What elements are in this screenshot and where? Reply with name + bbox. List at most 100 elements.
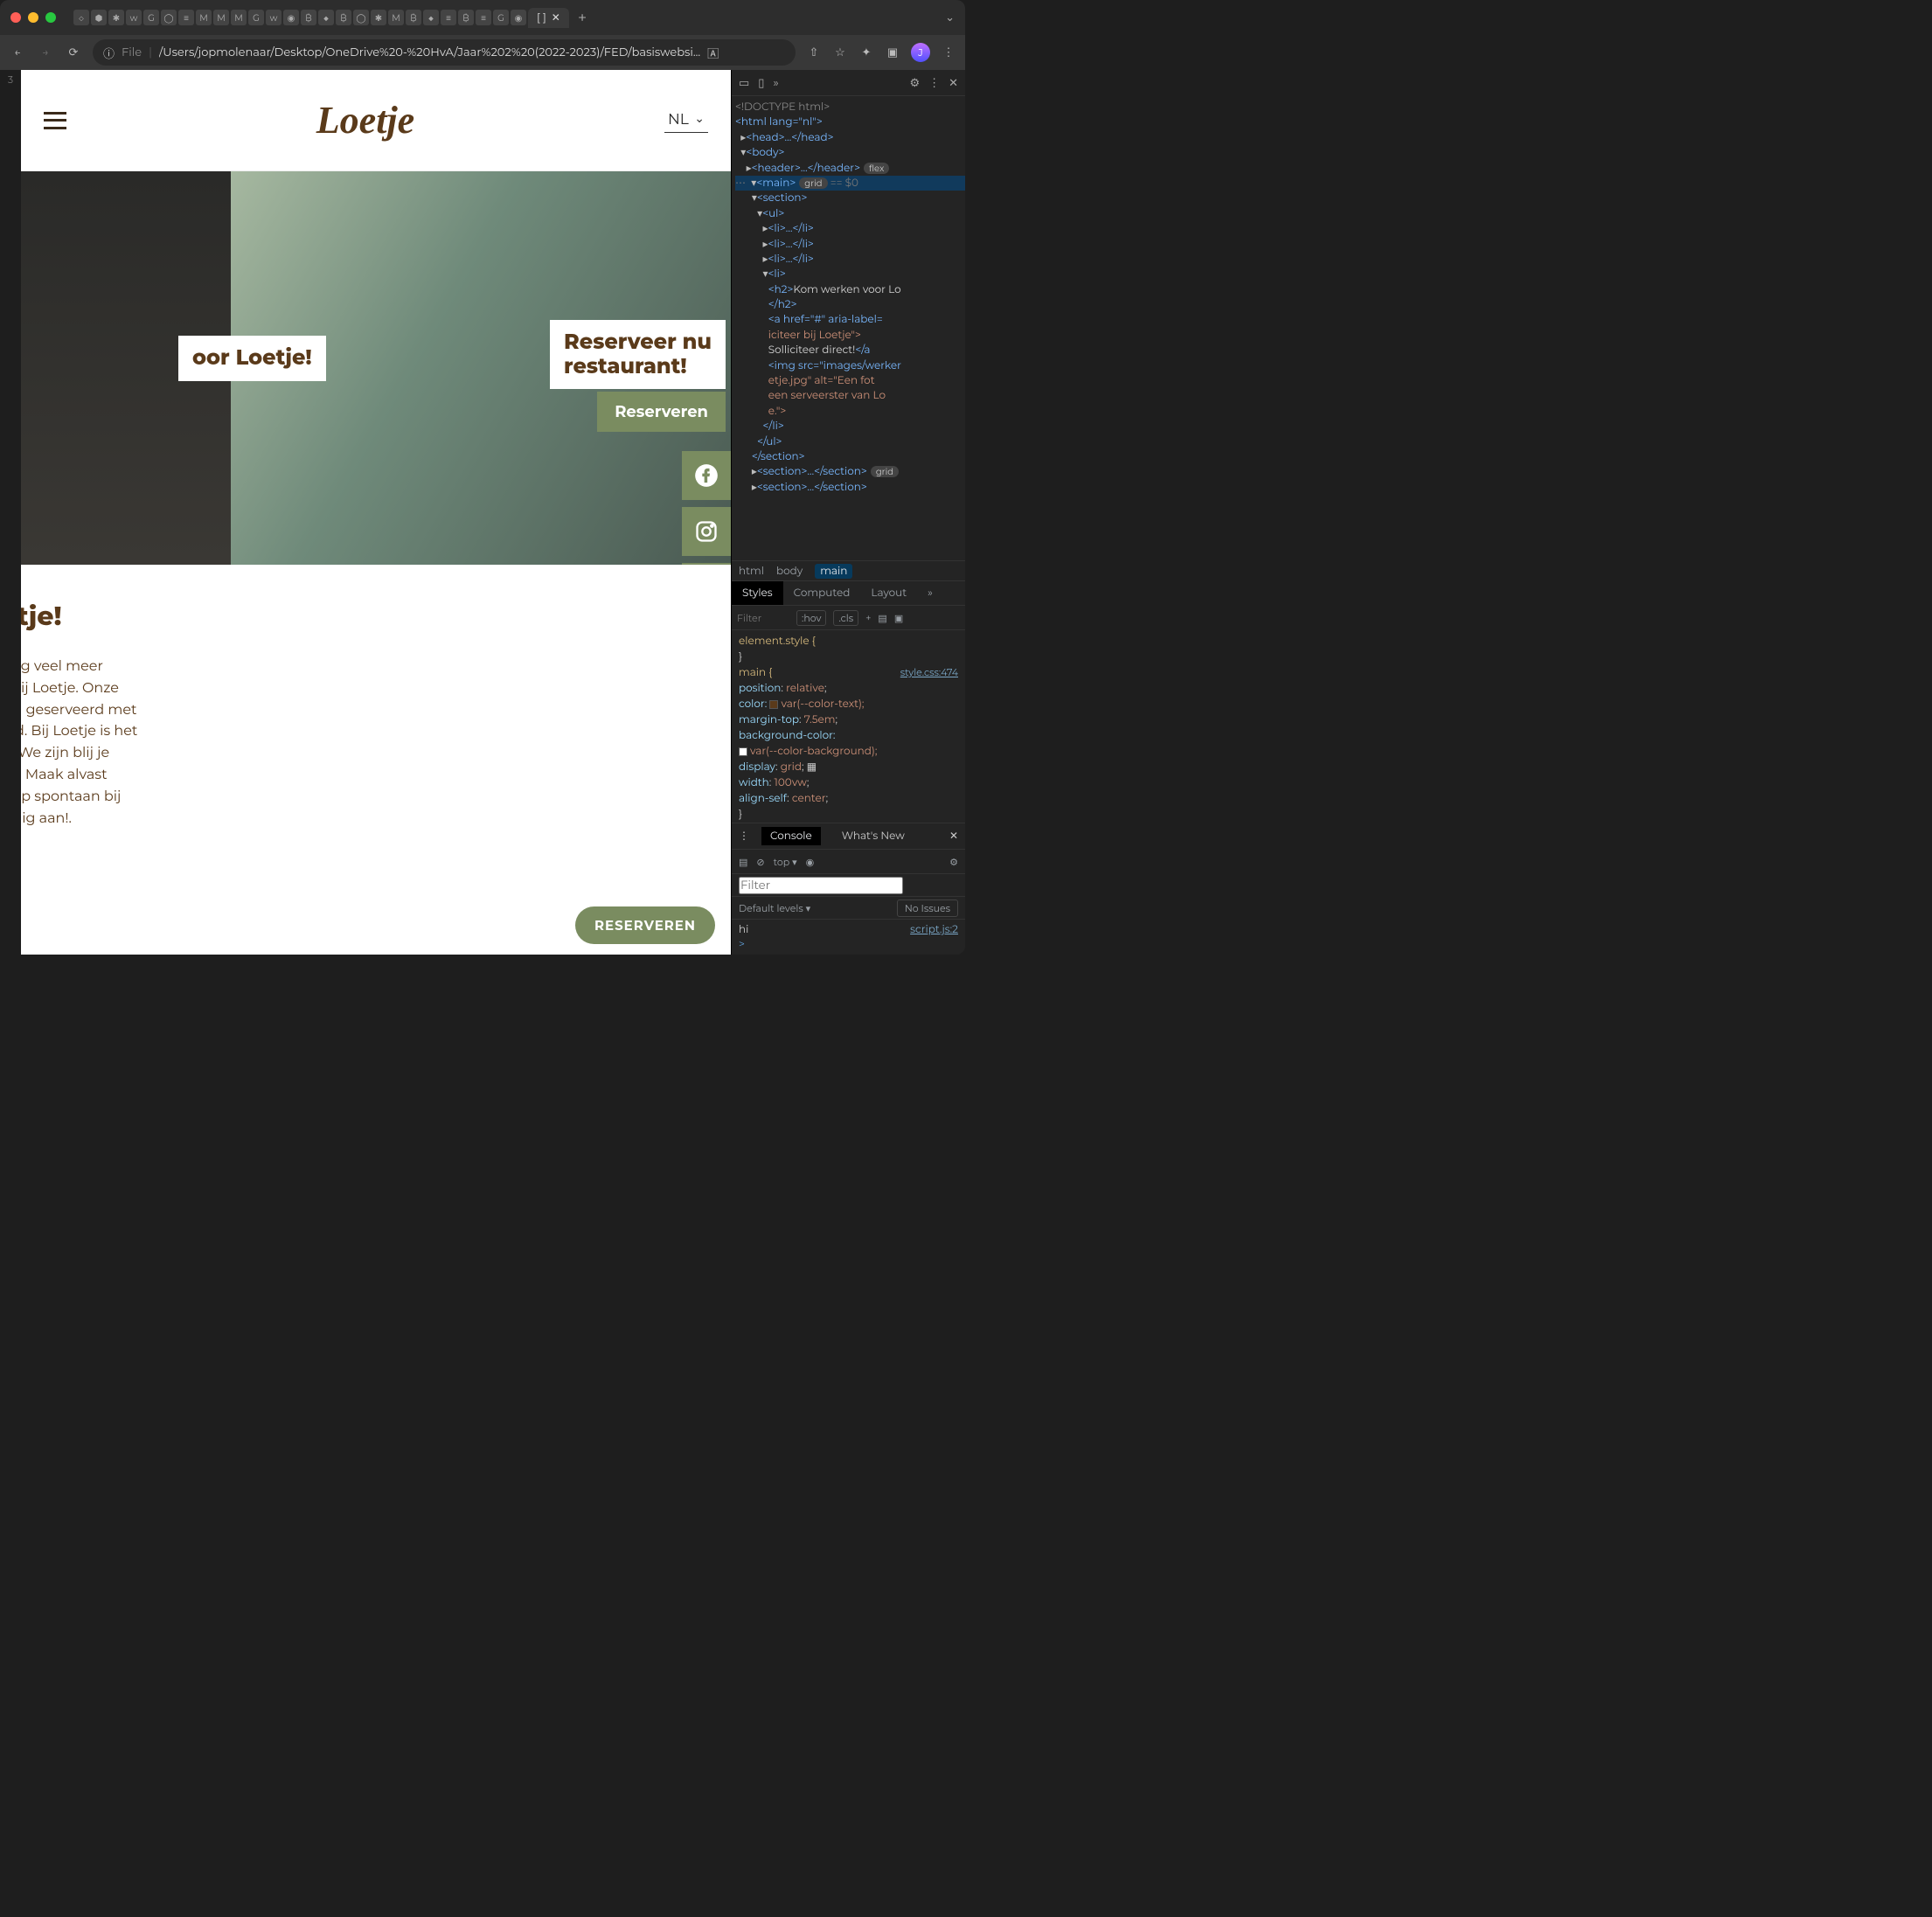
favicon[interactable]: M bbox=[388, 10, 404, 25]
language-select[interactable]: NL bbox=[664, 108, 708, 133]
favicon[interactable]: G bbox=[248, 10, 264, 25]
context-select[interactable]: top ▾ bbox=[774, 856, 797, 868]
translate-icon[interactable]: 🄰 bbox=[707, 45, 719, 61]
gutter-line-number: 3 bbox=[0, 73, 21, 86]
site-header: Loetje NL bbox=[21, 70, 731, 171]
toggle-icon[interactable]: ▣ bbox=[894, 612, 903, 624]
close-icon[interactable]: ✕ bbox=[949, 830, 958, 843]
css-rules[interactable]: element.style { } style.css:474main { po… bbox=[732, 630, 965, 823]
favicon[interactable]: M bbox=[213, 10, 229, 25]
filter-input[interactable] bbox=[737, 612, 789, 624]
favicon[interactable]: ◯ bbox=[161, 10, 177, 25]
social-rail bbox=[682, 451, 731, 565]
console-output[interactable]: hiscript.js:2 > bbox=[732, 920, 965, 955]
chevron-down-icon[interactable]: ⌄ bbox=[945, 10, 955, 24]
favicon[interactable]: G bbox=[143, 10, 159, 25]
elements-tree[interactable]: <!DOCTYPE html> <html lang="nl"> ▸<head>… bbox=[732, 96, 965, 560]
favicon[interactable]: ◉ bbox=[511, 10, 526, 25]
favicon[interactable]: ₿ bbox=[336, 10, 351, 25]
breadcrumb-item[interactable]: html bbox=[739, 565, 764, 578]
favicon[interactable]: ✱ bbox=[371, 10, 386, 25]
console-prompt[interactable]: > bbox=[739, 938, 958, 951]
add-rule-icon[interactable]: + bbox=[865, 612, 871, 624]
favicon[interactable]: w bbox=[266, 10, 281, 25]
intro-heading: ij Loetje! bbox=[21, 600, 240, 632]
breadcrumb-item[interactable]: body bbox=[776, 565, 803, 578]
favicon[interactable]: ≡ bbox=[476, 10, 491, 25]
favicon[interactable]: M bbox=[231, 10, 247, 25]
share-icon[interactable]: ⇧ bbox=[806, 45, 822, 60]
console-filter-input[interactable] bbox=[739, 877, 903, 894]
gear-icon[interactable]: ⚙ bbox=[949, 856, 958, 868]
styles-filterbar: :hov .cls + ▤ ▣ bbox=[732, 606, 965, 630]
profile-avatar[interactable]: J bbox=[911, 43, 930, 62]
more-tabs-icon[interactable]: » bbox=[917, 581, 943, 605]
favicon[interactable]: ₿ bbox=[406, 10, 421, 25]
site-logo: Loetje bbox=[316, 98, 414, 142]
more-tabs-icon[interactable]: » bbox=[773, 76, 778, 90]
panel-icon[interactable]: ▣ bbox=[885, 45, 900, 60]
tab-computed[interactable]: Computed bbox=[783, 581, 861, 605]
favicon[interactable]: ◉ bbox=[283, 10, 299, 25]
cls-toggle[interactable]: .cls bbox=[833, 610, 858, 626]
dom-breadcrumb[interactable]: html body main bbox=[732, 560, 965, 581]
tab-layout[interactable]: Layout bbox=[860, 581, 917, 605]
tab-console[interactable]: Console bbox=[761, 827, 821, 845]
minimize-window-button[interactable] bbox=[28, 12, 38, 23]
issues-badge[interactable]: No Issues bbox=[897, 899, 958, 917]
favicon[interactable]: ◆ bbox=[318, 10, 334, 25]
log-source[interactable]: script.js:2 bbox=[910, 923, 958, 936]
favicon[interactable]: ◇ bbox=[73, 10, 89, 25]
maximize-window-button[interactable] bbox=[45, 12, 56, 23]
linkedin-icon[interactable] bbox=[682, 563, 731, 565]
kebab-menu-icon[interactable]: ⋮ bbox=[941, 45, 956, 60]
sidebar-toggle-icon[interactable]: ▤ bbox=[739, 856, 747, 868]
gear-icon[interactable]: ⚙ bbox=[909, 76, 920, 90]
favicon[interactable]: G bbox=[493, 10, 509, 25]
reserve-button[interactable]: Reserveren bbox=[597, 392, 726, 432]
clear-console-icon[interactable]: ⊘ bbox=[756, 856, 764, 868]
tab-close-icon[interactable]: ✕ bbox=[552, 11, 560, 24]
intro-body: fstuk en nog veel meer ten eet je bij Lo… bbox=[21, 656, 240, 830]
favicon[interactable]: ⬢ bbox=[91, 10, 107, 25]
tab-whatsnew[interactable]: What's New bbox=[833, 827, 914, 845]
favicon[interactable]: ◆ bbox=[423, 10, 439, 25]
instagram-icon[interactable] bbox=[682, 507, 731, 556]
favicon[interactable]: ≡ bbox=[178, 10, 194, 25]
favicon[interactable]: ≡ bbox=[441, 10, 456, 25]
back-button[interactable]: ← bbox=[9, 44, 26, 61]
active-tab[interactable]: [ ] ✕ bbox=[528, 8, 569, 28]
favicon[interactable]: M bbox=[196, 10, 212, 25]
live-expression-icon[interactable]: ◉ bbox=[806, 856, 815, 868]
hov-toggle[interactable]: :hov bbox=[796, 610, 826, 626]
reserve-floating-button[interactable]: RESERVEREN bbox=[575, 906, 715, 944]
levels-select[interactable]: Default levels ▾ bbox=[739, 902, 810, 914]
hero-card-reserve: Reserveer nu restaurant! bbox=[550, 320, 726, 389]
favicon[interactable]: ₿ bbox=[458, 10, 474, 25]
hero-section: oor Loetje! Reserveer nu restaurant! Res… bbox=[21, 171, 731, 565]
close-window-button[interactable] bbox=[10, 12, 21, 23]
device-icon[interactable]: ▯ bbox=[758, 76, 764, 90]
breadcrumb-item[interactable]: main bbox=[815, 564, 852, 579]
kebab-menu-icon[interactable]: ⋮ bbox=[928, 76, 940, 90]
forward-button[interactable]: → bbox=[37, 44, 54, 61]
favicon[interactable]: ◯ bbox=[353, 10, 369, 25]
traffic-lights bbox=[10, 12, 56, 23]
facebook-icon[interactable] bbox=[682, 451, 731, 500]
url-bar[interactable]: ⓘ File | /Users/jopmolenaar/Desktop/OneD… bbox=[93, 39, 796, 66]
favicon[interactable]: w bbox=[126, 10, 142, 25]
computed-icon[interactable]: ▤ bbox=[878, 612, 886, 624]
hamburger-menu-button[interactable] bbox=[44, 112, 66, 129]
reload-button[interactable]: ⟳ bbox=[65, 44, 82, 61]
extensions-icon[interactable]: ✦ bbox=[858, 45, 874, 60]
drawer-menu-icon[interactable]: ⋮ bbox=[739, 830, 749, 843]
favicon[interactable]: ✱ bbox=[108, 10, 124, 25]
favicon[interactable]: ₿ bbox=[301, 10, 316, 25]
bookmark-icon[interactable]: ☆ bbox=[832, 45, 848, 60]
tab-styles[interactable]: Styles bbox=[732, 581, 783, 605]
styles-tabs: Styles Computed Layout » bbox=[732, 581, 965, 606]
console-drawer: ⋮ Console What's New ✕ ▤ ⊘ top ▾ ◉ ⚙ bbox=[732, 823, 965, 955]
inspect-icon[interactable]: ▭ bbox=[739, 76, 749, 90]
close-icon[interactable]: ✕ bbox=[949, 76, 958, 90]
new-tab-button[interactable]: + bbox=[571, 8, 594, 27]
